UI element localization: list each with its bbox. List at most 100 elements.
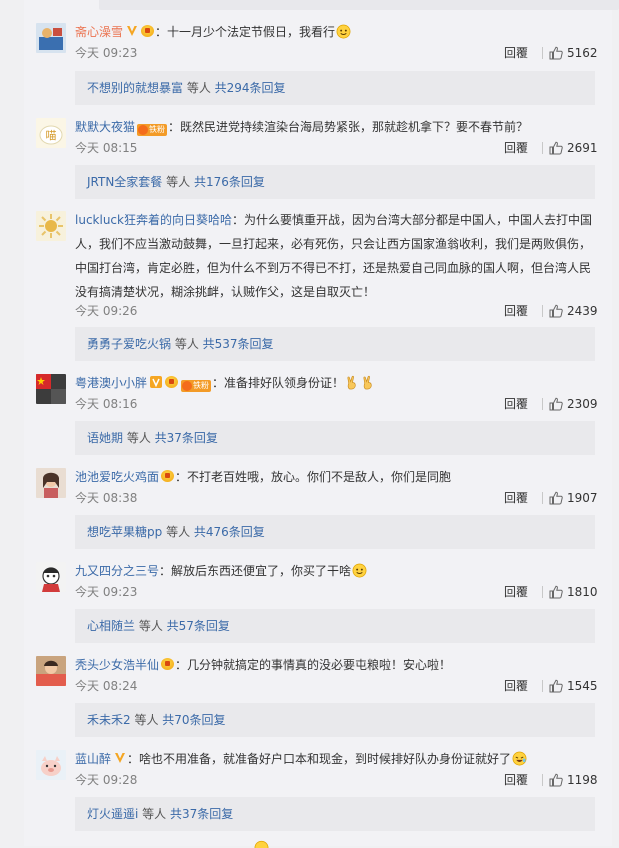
- username-link[interactable]: 默默大夜猫: [75, 120, 135, 134]
- sub-reply-total-link[interactable]: 共37条回复: [170, 807, 233, 821]
- avatar[interactable]: [36, 23, 66, 53]
- sub-reply-summary[interactable]: 不想别的就想暴富 等人 共294条回复: [75, 71, 595, 105]
- username-link[interactable]: 粤港澳小小胖: [75, 376, 147, 390]
- comment-content-line-1: ：为什么要慎重开战，因为台湾大部分都是中国人，中国人去打中国: [231, 213, 592, 227]
- comment-time: 今天 09:26: [75, 304, 138, 318]
- reply-button[interactable]: 回覆: [504, 584, 528, 600]
- sub-reply-summary[interactable]: 想吃苹果糖pp 等人 共476条回复: [75, 515, 595, 549]
- divider: [542, 492, 543, 504]
- comment-content: ：解放后东西还便宜了，你买了干啥: [159, 564, 352, 578]
- sub-reply-mid: 等人: [138, 807, 170, 821]
- sub-reply-summary[interactable]: 勇勇子爱吃火锅 等人 共537条回复: [75, 327, 595, 361]
- sub-reply-total-link[interactable]: 共537条回复: [203, 337, 274, 351]
- comment-text-line: 斋心澡雪 ：十一月少个法定节假日，我看行: [75, 22, 605, 42]
- comment-meta: 今天 08:15 回覆 2691: [75, 140, 605, 156]
- sub-reply-mid: 等人: [123, 431, 155, 445]
- comment-content: ：啥也不用准备，就准备好户口本和现金，到时候排好队办身份证就好了: [127, 752, 512, 766]
- thumbs-up-icon: [549, 397, 563, 411]
- previous-reply-block: [99, 0, 619, 10]
- comment-content: ：准备排好队领身份证！: [212, 376, 345, 390]
- verified-v-icon: [114, 750, 126, 763]
- username-link[interactable]: 蓝山醉: [75, 752, 111, 766]
- rank-medal-icon: [161, 470, 175, 482]
- username-link[interactable]: 秃头少女浩半仙: [75, 658, 159, 672]
- sub-reply-mid: 等人: [162, 525, 194, 539]
- sub-reply-user[interactable]: 勇勇子爱吃火锅: [87, 337, 171, 351]
- comment-text-line: luckluck狂奔着的向日葵哈哈：为什么要慎重开战，因为台湾大部分都是中国人，…: [75, 210, 605, 230]
- avatar[interactable]: [36, 656, 66, 686]
- comment-content: ：十一月少个法定节假日，我看行: [155, 25, 336, 39]
- like-count: 1198: [567, 773, 598, 787]
- partial-emoji-icon: [254, 840, 269, 848]
- comment-meta: 今天 08:16 回覆 2309: [75, 396, 605, 412]
- smile-emoji-icon: [352, 563, 367, 578]
- sub-reply-mid: 等人: [162, 175, 194, 189]
- like-count: 1545: [567, 679, 598, 693]
- sub-reply-total-link[interactable]: 共70条回复: [162, 713, 225, 727]
- sub-reply-user[interactable]: 语她期: [87, 431, 123, 445]
- avatar[interactable]: [36, 562, 66, 592]
- comment-text-line: 人，我们不应当激动鼓舞，一旦打起来，必有死伤，只会让西方国家渔翁收利，我们是两败…: [75, 234, 605, 254]
- sub-reply-summary[interactable]: 禾未禾2 等人 共70条回复: [75, 703, 595, 737]
- avatar[interactable]: [36, 750, 66, 780]
- comment-text-line: 蓝山醉 ：啥也不用准备，就准备好户口本和现金，到时候排好队办身份证就好了: [75, 749, 605, 769]
- sub-reply-total-link[interactable]: 共37条回复: [155, 431, 218, 445]
- comment-meta: 今天 09:28 回覆 1198: [75, 772, 605, 788]
- divider: [542, 398, 543, 410]
- sub-reply-user[interactable]: 灯火遥遥i: [87, 807, 138, 821]
- avatar[interactable]: [36, 374, 66, 404]
- fan-badge: 铁粉: [181, 380, 212, 392]
- sub-reply-total-link[interactable]: 共57条回复: [167, 619, 230, 633]
- sub-reply-user[interactable]: JRTN全家套餐: [87, 175, 162, 189]
- sub-reply-user[interactable]: 不想别的就想暴富: [87, 81, 183, 95]
- comment-text-line: 粤港澳小小胖 铁粉 ：准备排好队领身份证！: [75, 373, 605, 393]
- sub-reply-summary[interactable]: 灯火遥遥i 等人 共37条回复: [75, 797, 595, 831]
- reply-button[interactable]: 回覆: [504, 490, 528, 506]
- like-count: 2439: [567, 304, 598, 318]
- sub-reply-mid: 等人: [130, 713, 163, 727]
- rank-medal-icon: [141, 25, 155, 37]
- sub-reply-user[interactable]: 心相随兰: [87, 619, 135, 633]
- sub-reply-total-link[interactable]: 共176条回复: [194, 175, 265, 189]
- comment-content-line-4: 没有搞清楚状况，糊涂挑衅，认贼作父，这是自取灭亡！: [75, 285, 376, 299]
- sub-reply-summary[interactable]: 语她期 等人 共37条回复: [75, 421, 595, 455]
- sub-reply-total-link[interactable]: 共476条回复: [194, 525, 265, 539]
- reply-button[interactable]: 回覆: [504, 772, 528, 788]
- comment-content: ：既然民进党持续渲染台海局势紧张，那就趁机拿下？要不春节前？: [168, 120, 529, 134]
- comment-time: 今天 08:38: [75, 491, 138, 505]
- comment-content-line-3: 中国打台湾，肯定必胜，但为什么不到万不得已不打，还是热爱自己同血脉的国人啊，但台…: [75, 261, 592, 275]
- smile-emoji-icon: [336, 24, 351, 39]
- username-link[interactable]: 池池爱吃火鸡面: [75, 470, 159, 484]
- avatar[interactable]: [36, 468, 66, 498]
- username-link[interactable]: luckluck狂奔着的向日葵哈哈: [75, 213, 232, 227]
- sub-reply-summary[interactable]: 心相随兰 等人 共57条回复: [75, 609, 595, 643]
- comment-time: 今天 08:24: [75, 679, 138, 693]
- comment-meta: 今天 08:24 回覆 1545: [75, 678, 605, 694]
- sub-reply-user[interactable]: 想吃苹果糖pp: [87, 525, 162, 539]
- sub-reply-user[interactable]: 禾未禾2: [87, 713, 131, 727]
- reply-button[interactable]: 回覆: [504, 140, 528, 156]
- comment-meta: 今天 09:26 回覆 2439: [75, 303, 605, 319]
- thumbs-up-icon: [549, 679, 563, 693]
- sub-reply-summary[interactable]: JRTN全家套餐 等人 共176条回复: [75, 165, 595, 199]
- username-link[interactable]: 九又四分之三号: [75, 564, 159, 578]
- sub-reply-mid: 等人: [183, 81, 215, 95]
- reply-button[interactable]: 回覆: [504, 396, 528, 412]
- sub-reply-total-link[interactable]: 共294条回复: [215, 81, 286, 95]
- comment-time: 今天 09:23: [75, 585, 138, 599]
- avatar[interactable]: 喵: [36, 118, 66, 148]
- comment-meta: 今天 09:23 回覆 5162: [75, 45, 605, 61]
- like-count: 1810: [567, 585, 598, 599]
- username-link[interactable]: 斋心澡雪: [75, 25, 123, 39]
- comment-meta: 今天 09:23 回覆 1810: [75, 584, 605, 600]
- like-count: 2691: [567, 141, 598, 155]
- reply-button[interactable]: 回覆: [504, 678, 528, 694]
- reply-button[interactable]: 回覆: [504, 45, 528, 61]
- victory-hand-icon: [347, 375, 356, 390]
- svg-text:喵: 喵: [46, 129, 57, 142]
- divider: [542, 142, 543, 154]
- comment-text-line: 秃头少女浩半仙 ：几分钟就搞定的事情真的没必要屯粮啦！安心啦！: [75, 655, 605, 675]
- reply-button[interactable]: 回覆: [504, 303, 528, 319]
- comment-text-line: 默默大夜猫 铁粉 ：既然民进党持续渲染台海局势紧张，那就趁机拿下？要不春节前？: [75, 117, 605, 137]
- avatar[interactable]: [36, 211, 66, 241]
